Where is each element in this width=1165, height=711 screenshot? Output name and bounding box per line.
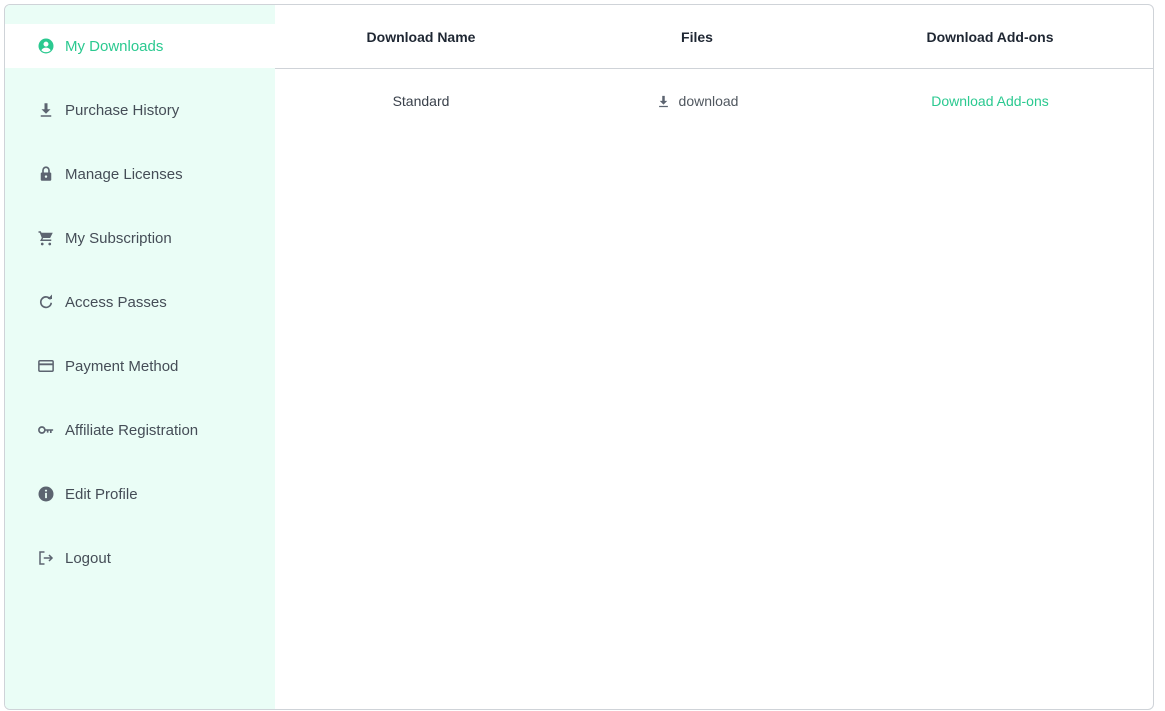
sidebar-item-manage-licenses[interactable]: Manage Licenses	[5, 152, 275, 196]
column-header-download-addons: Download Add-ons	[926, 28, 1054, 45]
account-circle-icon	[36, 36, 56, 56]
cart-icon	[36, 228, 56, 248]
download-file-label: download	[678, 93, 739, 109]
sidebar: My Downloads Purchase History Manage Lic…	[5, 5, 275, 709]
downloads-table: Download Name Files Download Add-ons Sta…	[275, 5, 1153, 709]
account-panel: My Downloads Purchase History Manage Lic…	[4, 4, 1154, 710]
sidebar-item-my-downloads[interactable]: My Downloads	[5, 24, 275, 68]
sidebar-item-access-passes[interactable]: Access Passes	[5, 280, 275, 324]
addons-cell: Download Add-ons	[827, 93, 1153, 109]
sidebar-item-label: Manage Licenses	[65, 165, 183, 183]
table-row: Standard download Download Add-ons	[275, 69, 1153, 133]
sidebar-item-logout[interactable]: Logout	[5, 536, 275, 580]
sidebar-item-label: My Subscription	[65, 229, 172, 247]
sidebar-item-payment-method[interactable]: Payment Method	[5, 344, 275, 388]
sidebar-item-my-subscription[interactable]: My Subscription	[5, 216, 275, 260]
table-header: Download Name Files Download Add-ons	[275, 5, 1153, 69]
sidebar-item-label: Edit Profile	[65, 485, 138, 503]
download-icon	[36, 100, 56, 120]
credit-card-icon	[36, 356, 56, 376]
column-header-files: Files	[681, 28, 713, 45]
download-file-link[interactable]: download	[656, 93, 739, 109]
files-cell: download	[567, 93, 827, 109]
download-name-cell: Standard	[392, 93, 450, 109]
sidebar-item-purchase-history[interactable]: Purchase History	[5, 88, 275, 132]
sidebar-item-label: Payment Method	[65, 357, 179, 375]
sidebar-item-label: My Downloads	[65, 37, 164, 55]
sidebar-item-edit-profile[interactable]: Edit Profile	[5, 472, 275, 516]
sidebar-item-label: Logout	[65, 549, 111, 567]
download-icon	[658, 95, 668, 107]
logout-icon	[36, 548, 56, 568]
key-icon	[36, 420, 56, 440]
refresh-icon	[36, 292, 56, 312]
sidebar-item-affiliate-registration[interactable]: Affiliate Registration	[5, 408, 275, 452]
sidebar-item-label: Purchase History	[65, 101, 180, 119]
lock-icon	[36, 164, 56, 184]
info-icon	[36, 484, 56, 504]
download-addons-link[interactable]: Download Add-ons	[931, 93, 1049, 109]
sidebar-item-label: Affiliate Registration	[65, 421, 199, 439]
column-header-download-name: Download Name	[366, 28, 476, 45]
sidebar-item-label: Access Passes	[65, 293, 167, 311]
